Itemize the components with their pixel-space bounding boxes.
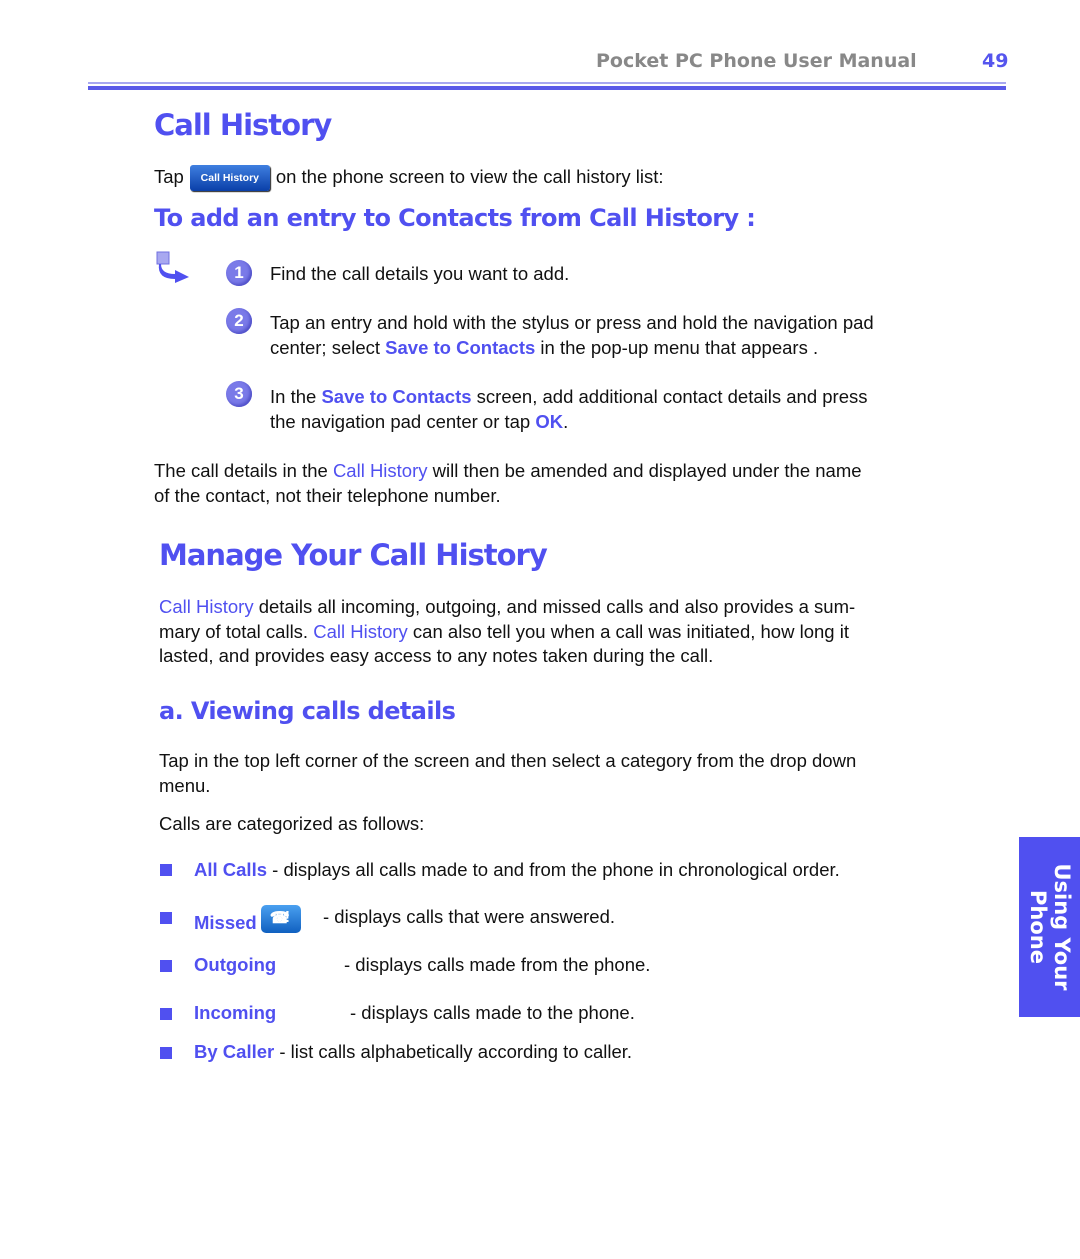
- bullet-icon: [160, 864, 172, 876]
- step-3-badge: 3: [226, 381, 252, 407]
- viewing-paragraph: Tap in the top left corner of the screen…: [159, 749, 959, 798]
- step-3-line2: the navigation pad center or tap OK.: [270, 410, 970, 435]
- category-outgoing-desc: - displays calls made from the phone.: [344, 954, 651, 975]
- ok-highlight: OK: [535, 410, 564, 432]
- step-3-pre: In the: [270, 386, 322, 407]
- call-history-highlight: Call History: [313, 620, 408, 642]
- step-2-line1: Tap an entry and hold with the stylus or…: [270, 312, 874, 333]
- categorized-text: Calls are categorized as follows:: [159, 813, 425, 834]
- missed-call-icon: ☎!: [260, 905, 301, 933]
- closing-paragraph: The call details in the Call History wil…: [154, 459, 954, 508]
- bullet-icon: [160, 1008, 172, 1020]
- section-title-call-history: Call History: [154, 108, 332, 142]
- step-3-line2-pre: the navigation pad center or tap: [270, 410, 536, 432]
- p1-b: mary of total calls.: [159, 620, 314, 642]
- intro-text: Tap Call History on the phone screen to vi…: [154, 165, 664, 192]
- manage-paragraph: Call History details all incoming, outgo…: [159, 595, 959, 669]
- save-to-contacts-highlight: Save to Contacts: [321, 386, 472, 407]
- category-name: Missed: [194, 912, 257, 933]
- category-name: All Calls: [194, 859, 267, 880]
- intro-after: on the phone screen to view the call his…: [275, 166, 664, 187]
- step-2-badge: 2: [226, 308, 252, 334]
- step-2-pre: center; select: [270, 336, 386, 358]
- category-desc: - list calls alphabetically according to…: [274, 1041, 633, 1062]
- p2-line2: menu.: [159, 774, 211, 796]
- side-tab-line2: Phone: [1025, 890, 1050, 964]
- page-number: 49: [982, 50, 1009, 72]
- p1-a: details all incoming, outgoing, and miss…: [253, 596, 856, 617]
- call-history-button-image: Call History: [189, 165, 270, 192]
- category-name: By Caller: [194, 1041, 275, 1062]
- category-desc: - displays all calls made to and from th…: [267, 859, 840, 880]
- header-rule-thin: [88, 82, 1006, 84]
- category-outgoing: Outgoing: [194, 953, 276, 978]
- category-all-calls: All Calls - displays all calls made to a…: [194, 858, 840, 883]
- step-2-line2: center; select Save to Contacts in the p…: [270, 336, 970, 361]
- category-name: Incoming: [194, 1002, 277, 1023]
- step-3-line1: In the Save to Contacts screen, add addi…: [270, 385, 970, 410]
- p1-d: lasted, and provides easy access to any …: [159, 645, 714, 666]
- bullet-icon: [160, 960, 172, 972]
- call-history-highlight: Call History: [332, 460, 428, 481]
- side-tab-line1: Using Your: [1049, 863, 1074, 991]
- subtitle-add-entry: To add an entry to Contacts from Call Hi…: [154, 204, 756, 232]
- step-3-post: screen, add additional contact details a…: [471, 386, 868, 407]
- bullet-icon: [160, 1047, 172, 1059]
- p1-c: can also tell you when a call was initia…: [407, 620, 849, 642]
- subtitle-viewing-calls: a. Viewing calls details: [159, 697, 456, 725]
- closing-pre: The call details in the: [154, 460, 333, 481]
- side-tab-using-your-phone[interactable]: Using Your Phone: [1019, 837, 1080, 1017]
- step-2-text: Tap an entry and hold with the stylus or…: [270, 311, 970, 360]
- save-to-contacts-highlight: Save to Contacts: [385, 336, 536, 358]
- call-history-highlight: Call History: [159, 596, 254, 617]
- category-missed-desc: - displays calls that were answered.: [323, 906, 616, 927]
- closing-line2: of the contact, not their telephone numb…: [154, 484, 501, 506]
- bullet-icon: [160, 912, 172, 924]
- step-3-text: In the Save to Contacts screen, add addi…: [270, 385, 970, 434]
- category-missed: Missed ☎!: [194, 905, 301, 936]
- closing-post: will then be amended and displayed under…: [427, 460, 862, 481]
- section-title-manage: Manage Your Call History: [159, 538, 548, 572]
- side-tab-label: Using Your Phone: [1026, 863, 1074, 990]
- category-incoming-desc: - displays calls made to the phone.: [350, 1002, 635, 1023]
- category-name: Outgoing: [194, 954, 277, 975]
- step-1-text: Find the call details you want to add.: [270, 263, 570, 284]
- arrow-pointer-icon: [156, 251, 189, 283]
- intro-before: Tap: [154, 166, 184, 187]
- p2-line1: Tap in the top left corner of the screen…: [159, 750, 857, 771]
- header-rule-thick: [88, 86, 1006, 90]
- step-1-badge: 1: [226, 260, 252, 286]
- step-3-line2-post: .: [563, 410, 569, 432]
- step-2-post: in the pop-up menu that appears .: [535, 336, 819, 358]
- category-incoming: Incoming: [194, 1001, 276, 1026]
- category-by-caller: By Caller - list calls alphabetically ac…: [194, 1040, 632, 1065]
- manual-title: Pocket PC Phone User Manual: [596, 50, 917, 72]
